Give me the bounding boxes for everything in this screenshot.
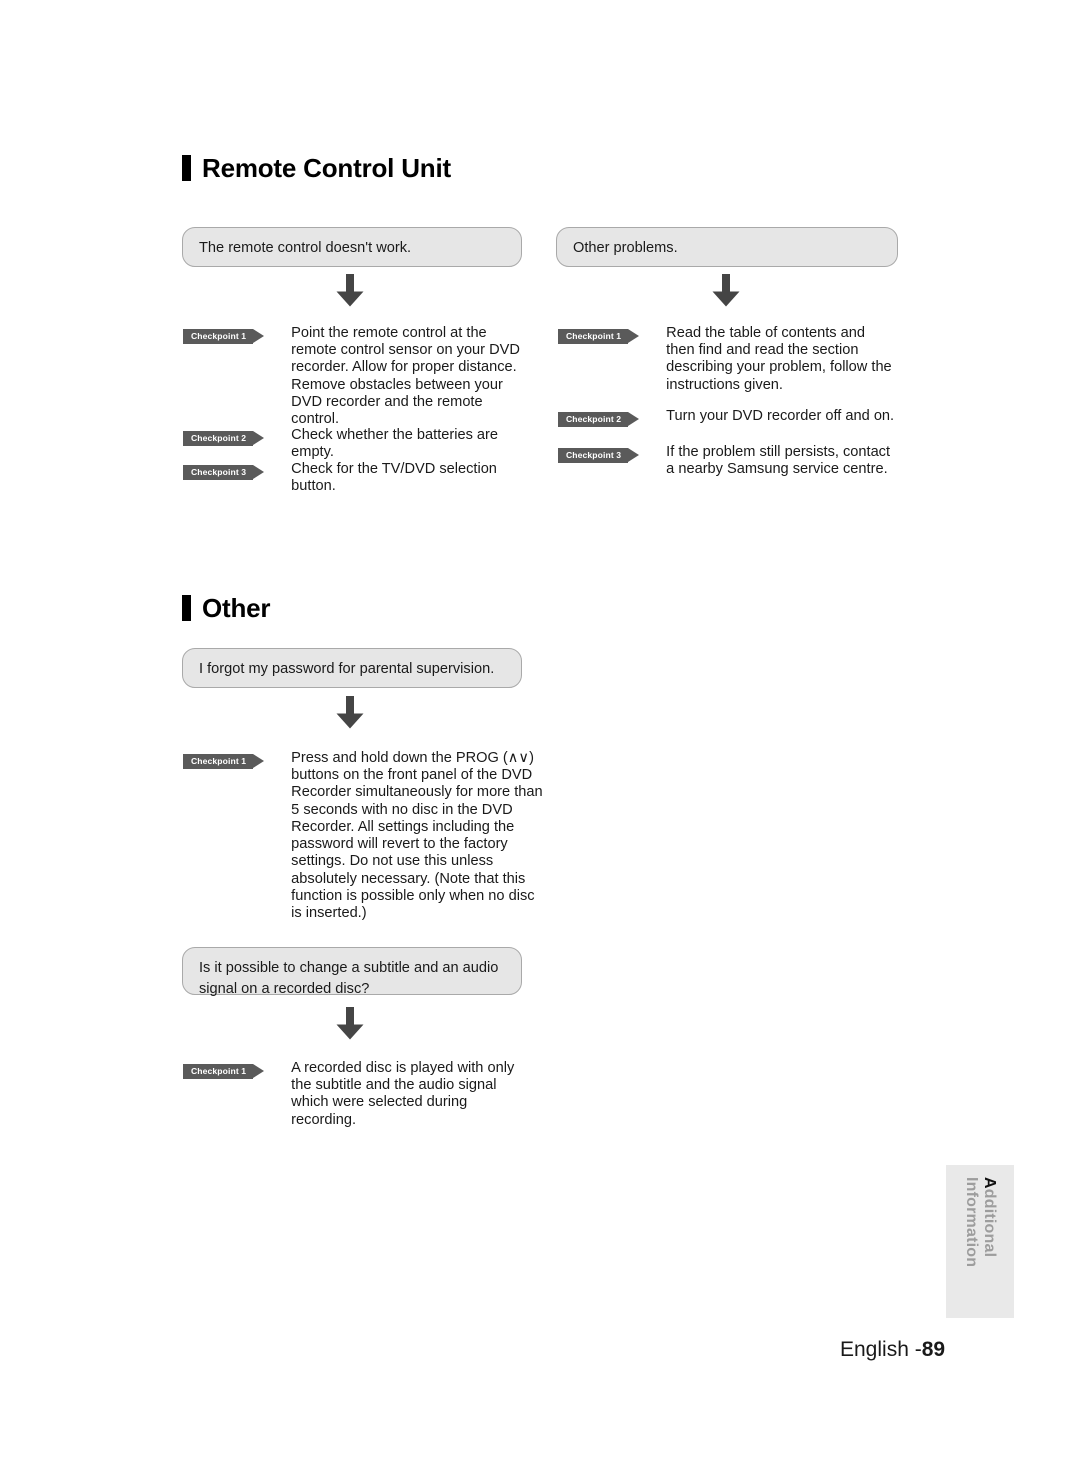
side-tab-label: Additional Information xyxy=(962,1165,998,1318)
status-badge: Checkpoint 3 xyxy=(183,465,265,480)
status-badge: Checkpoint 1 xyxy=(183,754,265,769)
question-text: Other problems. xyxy=(573,240,678,256)
side-tab-additional-information: Additional Information xyxy=(946,1165,1014,1318)
question-box-forgot-password: I forgot my password for parental superv… xyxy=(182,648,522,688)
question-text: Is it possible to change a subtitle and … xyxy=(199,960,499,998)
checkpoint-row: Checkpoint 1 A recorded disc is played w… xyxy=(183,1060,528,1129)
checkpoint-text: If the problem still persists, contact a… xyxy=(666,444,891,478)
question-text: The remote control doesn't work. xyxy=(199,240,412,256)
checkpoint-text: Turn your DVD recorder off and on. xyxy=(666,408,895,424)
down-arrow-icon xyxy=(333,272,367,308)
status-badge: Checkpoint 3 xyxy=(558,448,640,463)
side-tab-lead: A xyxy=(981,1177,998,1189)
checkpoint-row: Checkpoint 2 Check whether the batteries… xyxy=(183,427,528,461)
question-text: I forgot my password for parental superv… xyxy=(199,661,495,677)
checkpoint-text: Press and hold down the PROG (∧∨) button… xyxy=(291,750,543,921)
down-arrow-icon xyxy=(333,1005,367,1041)
checkpoint-row: Checkpoint 1 Press and hold down the PRO… xyxy=(183,750,548,922)
footer-language-label: English - xyxy=(840,1338,922,1361)
document-page: Remote Control Unit The remote control d… xyxy=(0,0,1080,1470)
section-heading-remote-control-unit: Remote Control Unit xyxy=(182,155,451,181)
heading-bar-icon xyxy=(182,155,191,181)
status-badge: Checkpoint 1 xyxy=(183,1064,265,1079)
down-arrow-icon xyxy=(709,272,743,308)
checkpoint-row: Checkpoint 3 Check for the TV/DVD select… xyxy=(183,461,528,495)
checkpoint-text: Check for the TV/DVD selection button. xyxy=(291,461,497,495)
page-title: Remote Control Unit xyxy=(202,153,451,183)
question-box-subtitle-audio: Is it possible to change a subtitle and … xyxy=(182,947,522,998)
checkpoint-row: Checkpoint 3 If the problem still persis… xyxy=(558,444,903,478)
question-box-other-problems: Other problems. xyxy=(556,227,898,267)
checkpoint-text: A recorded disc is played with only the … xyxy=(291,1060,515,1128)
footer-page-indicator: English -89 xyxy=(840,1338,945,1362)
status-badge: Checkpoint 1 xyxy=(558,329,640,344)
checkpoint-row: Checkpoint 1 Read the table of contents … xyxy=(558,325,903,394)
checkpoint-text: Read the table of contents and then find… xyxy=(666,325,892,393)
status-badge: Checkpoint 1 xyxy=(183,329,265,344)
checkpoint-row: Checkpoint 2 Turn your DVD recorder off … xyxy=(558,408,903,427)
page-title: Other xyxy=(202,593,271,623)
checkpoint-text: Point the remote control at the remote c… xyxy=(291,325,520,428)
section-heading-other: Other xyxy=(182,593,271,623)
checkpoint-row: Checkpoint 1 Point the remote control at… xyxy=(183,325,528,428)
down-arrow-icon xyxy=(333,694,367,730)
status-badge: Checkpoint 2 xyxy=(558,412,640,427)
page-number: 89 xyxy=(921,1338,946,1361)
checkpoint-text: Check whether the batteries are empty. xyxy=(291,427,499,461)
question-box-remote-control: The remote control doesn't work. xyxy=(182,227,522,267)
side-tab-rest: dditional Information xyxy=(963,1177,998,1268)
status-badge: Checkpoint 2 xyxy=(183,431,265,446)
heading-bar-icon xyxy=(182,595,191,621)
